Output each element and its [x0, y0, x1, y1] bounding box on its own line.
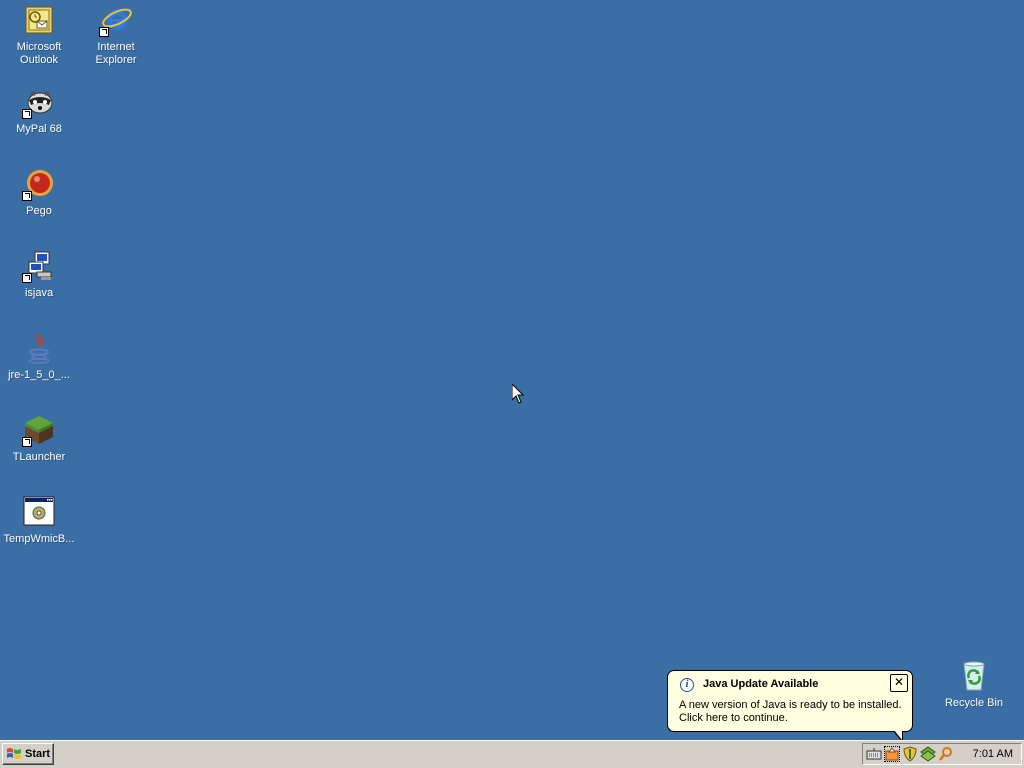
shortcut-arrow-icon [99, 27, 109, 37]
desktop-icon-isjava[interactable]: isjava [0, 250, 78, 300]
keyboard-icon[interactable] [866, 746, 882, 762]
security-shield-icon[interactable] [902, 746, 918, 762]
desktop-icon-label: Recycle Bin [944, 697, 1004, 709]
balloon-tail-fill [894, 730, 902, 740]
start-label: Start [25, 748, 51, 760]
taskbar-clock[interactable]: 7:01 AM [973, 748, 1021, 760]
mouse-cursor-icon [511, 382, 525, 404]
desktop-icon-mypal[interactable]: MyPal 68 [0, 86, 78, 136]
search-icon[interactable] [938, 746, 954, 762]
shortcut-arrow-icon [22, 273, 32, 283]
mypal-icon [22, 86, 55, 119]
balloon-message[interactable]: A new version of Java is ready to be ins… [679, 699, 907, 725]
desktop-icon-tlauncher[interactable]: TLauncher [0, 414, 78, 464]
desktop-icon-microsoft-outlook[interactable]: Microsoft Outlook [0, 4, 78, 67]
desktop-icon-pego[interactable]: Pego [0, 168, 78, 218]
start-button[interactable]: Start [2, 743, 54, 765]
outlook-icon [23, 4, 55, 36]
desktop-icon-jre-installer[interactable]: jre-1_5_0_... [0, 332, 78, 382]
desktop-icon-internet-explorer[interactable]: Internet Explorer [77, 4, 155, 67]
desktop-icon-label: jre-1_5_0_... [8, 369, 70, 381]
desktop-icon-label: Microsoft Outlook [16, 41, 62, 66]
shortcut-arrow-icon [22, 437, 32, 447]
recycle-bin-icon [958, 660, 990, 692]
desktop-icon-recycle-bin[interactable]: Recycle Bin [935, 660, 1013, 710]
desktop-icon-label: TLauncher [12, 451, 66, 463]
shortcut-arrow-icon [22, 109, 32, 119]
balloon-close-button[interactable]: ✕ [890, 674, 908, 692]
java-update-icon[interactable] [884, 746, 900, 762]
java-update-balloon[interactable]: i Java Update Available ✕ A new version … [667, 670, 913, 743]
desktop-icon-label: isjava [24, 287, 54, 299]
pego-icon [22, 168, 55, 201]
java-icon [23, 332, 55, 364]
desktop-icon-label: Pego [26, 205, 52, 217]
desktop-icon-label: Internet Explorer [95, 41, 137, 66]
internet-explorer-icon [99, 4, 132, 37]
taskbar: Start 7:01 AM [0, 740, 1024, 768]
system-tray: 7:01 AM [862, 743, 1022, 765]
balloon-title: Java Update Available [703, 678, 819, 690]
info-icon: i [680, 678, 694, 692]
tlauncher-icon [22, 414, 55, 447]
desktop-icon-tempwmic[interactable]: TempWmicB... [0, 496, 78, 546]
desktop-icon-label: MyPal 68 [16, 123, 62, 135]
desktop-icon-label: TempWmicB... [3, 533, 75, 545]
isjava-icon [22, 250, 55, 283]
network-icon[interactable] [920, 746, 936, 762]
windows-logo-icon [6, 747, 22, 761]
wmic-icon [23, 496, 55, 528]
shortcut-arrow-icon [22, 191, 32, 201]
